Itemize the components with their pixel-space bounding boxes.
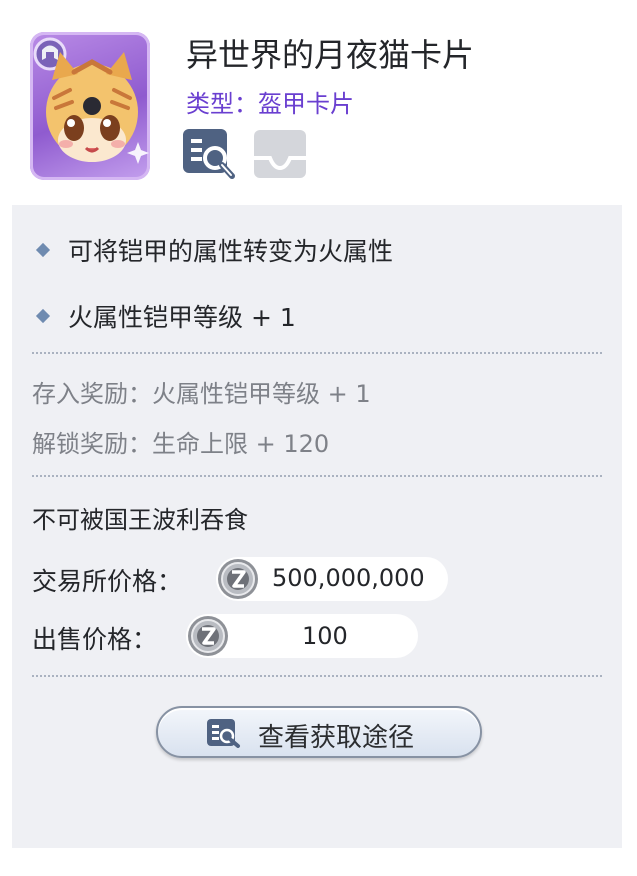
view-details-icon[interactable] (182, 128, 238, 180)
card-title: 异世界的月夜猫卡片 (186, 36, 475, 74)
effect-item: 火属性铠甲等级 + 1 (35, 298, 296, 334)
view-acquisition-button[interactable]: 查看获取途径 (156, 706, 482, 758)
unlock-reward: 解锁奖励：生命上限 + 120 (32, 430, 330, 458)
effect-text: 可将铠甲的属性转变为火属性 (68, 237, 394, 266)
zeny-coin-icon (216, 557, 260, 601)
effect-text: 火属性铠甲等级 + 1 (68, 303, 296, 332)
inbox-icon (252, 128, 308, 180)
effect-item: 可将铠甲的属性转变为火属性 (35, 232, 394, 268)
bullet-diamond-icon (35, 308, 51, 324)
item-header: 异世界的月夜猫卡片 类型：盔甲卡片 (0, 0, 637, 205)
zeny-coin-icon (186, 614, 230, 658)
exchange-price-value: 500,000,000 (272, 564, 425, 592)
card-portrait-image (30, 32, 150, 180)
notice-text: 不可被国王波利吞食 (32, 506, 248, 534)
exchange-price-label: 交易所价格： (32, 567, 183, 596)
bullet-diamond-icon (35, 242, 51, 258)
sell-price-label: 出售价格： (32, 625, 158, 654)
section-divider (32, 352, 602, 354)
card-type-label: 类型：盔甲卡片 (186, 90, 354, 118)
section-divider (32, 675, 602, 677)
deposit-reward: 存入奖励：火属性铠甲等级 + 1 (32, 380, 371, 408)
view-acquisition-label: 查看获取途径 (258, 723, 415, 753)
view-details-icon (206, 718, 242, 748)
sell-price-value: 100 (302, 622, 348, 650)
section-divider (32, 475, 602, 477)
